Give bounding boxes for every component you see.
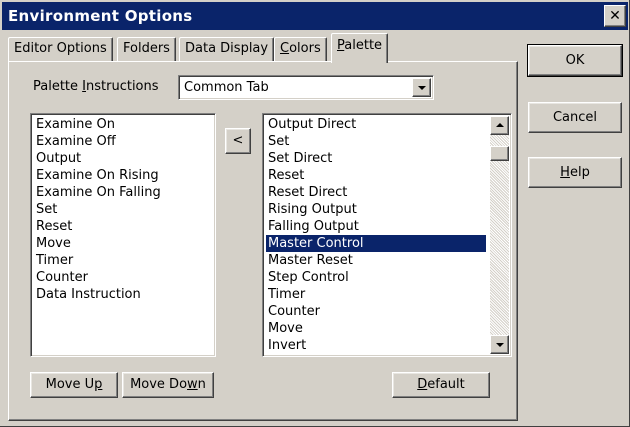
list-item[interactable]: Timer (266, 286, 307, 303)
tab-editor-options[interactable]: Editor Options (8, 37, 113, 61)
list-item[interactable]: Move (266, 320, 305, 337)
list-item[interactable]: Master Reset (266, 252, 355, 269)
vertical-scrollbar[interactable] (490, 116, 509, 354)
window-title: Environment Options (8, 7, 193, 25)
move-down-button[interactable]: Move Down (122, 372, 214, 398)
tab-data-display-label: Data Display (185, 41, 269, 56)
list-item[interactable]: Data Instruction (34, 286, 143, 303)
list-item[interactable]: Examine On (34, 116, 117, 133)
tab-colors-label: Colors (280, 41, 321, 56)
tab-palette[interactable]: Palette (331, 33, 389, 63)
tab-editor-options-label: Editor Options (14, 41, 107, 56)
environment-options-dialog: Environment Options ✕ Editor Options Fol… (0, 0, 630, 427)
scroll-up-arrow-icon (495, 122, 504, 127)
list-item[interactable]: Counter (266, 303, 322, 320)
palette-instructions-label: Palette Instructions (33, 79, 159, 94)
list-item[interactable]: Invert (266, 337, 308, 354)
tab-folders[interactable]: Folders (117, 37, 176, 61)
list-item[interactable]: Reset (34, 218, 74, 235)
list-item[interactable]: Counter (34, 269, 90, 286)
list-item[interactable]: Rising Output (266, 201, 359, 218)
combo-value: Common Tab (184, 80, 269, 95)
list-item[interactable]: Set (266, 133, 291, 150)
tab-data-display[interactable]: Data Display (179, 37, 275, 61)
scroll-thumb[interactable] (490, 146, 509, 161)
list-item[interactable]: Falling Output (266, 218, 361, 235)
default-button[interactable]: Default (392, 372, 490, 398)
list-item[interactable]: Step Control (266, 269, 351, 286)
tab-palette-label: Palette (337, 38, 383, 53)
list-item[interactable]: Reset Direct (266, 184, 349, 201)
list-item[interactable]: Output Direct (266, 116, 358, 133)
palette-tab-list[interactable]: Output Direct Set Set Direct Reset Reset… (262, 113, 512, 357)
combo-dropdown-button[interactable] (412, 78, 431, 97)
available-instructions-list[interactable]: Examine On Examine Off Output Examine On… (30, 113, 216, 357)
scroll-up-button[interactable] (490, 116, 509, 135)
list-item[interactable]: Set Direct (266, 150, 334, 167)
move-left-button[interactable]: < (225, 128, 251, 154)
close-button[interactable]: ✕ (604, 5, 626, 27)
mnemonic-c: C (280, 41, 290, 56)
list-item-selected[interactable]: Master Control (266, 235, 486, 252)
list-item[interactable]: Timer (34, 252, 75, 269)
scroll-down-arrow-icon (495, 342, 504, 347)
list-item[interactable]: Reset (266, 167, 306, 184)
move-up-button[interactable]: Move Up (30, 372, 118, 398)
list-item[interactable]: Set (34, 201, 59, 218)
list-item[interactable]: Examine On Falling (34, 184, 163, 201)
title-bar[interactable]: Environment Options ✕ (2, 2, 628, 30)
tab-colors[interactable]: Colors (274, 37, 327, 61)
help-button[interactable]: Help (528, 157, 622, 188)
list-item[interactable]: Output (34, 150, 83, 167)
cancel-button[interactable]: Cancel (528, 102, 622, 133)
list-item[interactable]: Examine On Rising (34, 167, 161, 184)
ok-button[interactable]: OK (527, 44, 623, 77)
list-item[interactable]: Move (34, 235, 73, 252)
chevron-down-icon (417, 85, 426, 90)
palette-instructions-combobox[interactable]: Common Tab (178, 75, 434, 100)
scroll-down-button[interactable] (490, 335, 509, 354)
tab-folders-label: Folders (123, 41, 170, 56)
list-item[interactable]: Examine Off (34, 133, 118, 150)
